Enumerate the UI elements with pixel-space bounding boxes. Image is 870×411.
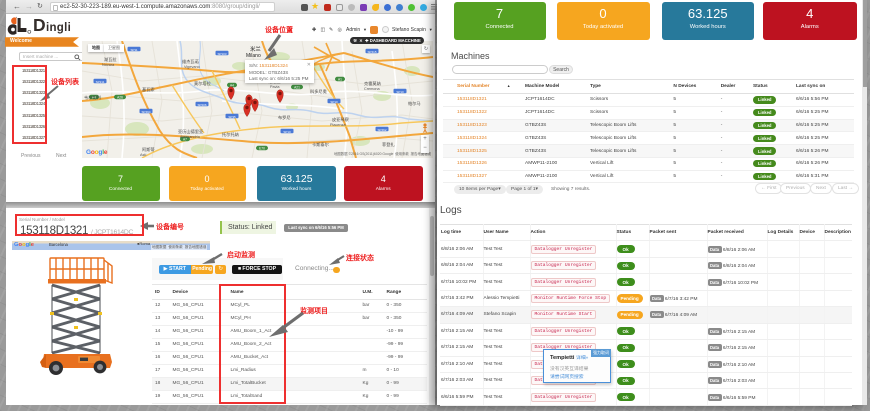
svg-text:SP462: SP462 (377, 128, 386, 132)
svg-text:SP10: SP10 (396, 90, 404, 94)
svg-text:Piacenza: Piacenza (330, 123, 347, 127)
svg-text:SP494: SP494 (141, 110, 150, 114)
svg-text:E70: E70 (259, 147, 265, 151)
svg-text:SP206: SP206 (197, 103, 206, 107)
svg-text:A21: A21 (294, 86, 300, 90)
svg-text:卡斯泰尔: 卡斯泰尔 (312, 141, 329, 148)
svg-text:SP35: SP35 (228, 115, 236, 119)
svg-text:Cremona: Cremona (364, 87, 381, 91)
svg-text:SP415: SP415 (367, 50, 376, 54)
svg-text:克雷莫纳: 克雷莫纳 (364, 80, 381, 87)
svg-text:基瓦索: 基瓦索 (142, 86, 155, 93)
svg-text:Pavia: Pavia (270, 85, 280, 89)
svg-text:SP211: SP211 (96, 80, 105, 84)
svg-text:地图数据 ©2016 GS(2011)6020 Google: 地图数据 ©2016 GS(2011)6020 Google 使用条款 报告地图… (334, 151, 432, 156)
svg-text:维杰瓦诺: 维杰瓦诺 (182, 58, 199, 65)
svg-text:韦尔切利: 韦尔切利 (84, 94, 101, 101)
svg-text:帕尔马: 帕尔马 (408, 100, 421, 107)
svg-text:Asti: Asti (140, 153, 146, 157)
svg-text:菲登扎: 菲登扎 (382, 141, 395, 148)
svg-text:Novara: Novara (102, 63, 115, 67)
svg-text:布罗尼: 布罗尼 (278, 114, 291, 121)
svg-text:湖瓦拉: 湖瓦拉 (104, 56, 117, 63)
svg-text:皮亚琴察: 皮亚琴察 (332, 116, 350, 123)
svg-text:托尔托纳: 托尔托纳 (222, 131, 239, 138)
svg-text:A1: A1 (338, 78, 342, 82)
svg-text:SP10: SP10 (330, 100, 338, 104)
svg-text:SP10: SP10 (283, 130, 291, 134)
svg-text:Vigevano: Vigevano (184, 65, 200, 69)
svg-text:SP103: SP103 (217, 52, 226, 56)
svg-text:Alessandria: Alessandria (180, 135, 201, 139)
svg-text:亚历山德里亚: 亚历山德里亚 (178, 128, 203, 135)
svg-text:SP11: SP11 (130, 48, 137, 52)
svg-text:阿斯蒂: 阿斯蒂 (142, 146, 155, 153)
svg-text:科多尼奥: 科多尼奥 (310, 88, 328, 95)
svg-text:莫尔塔拉: 莫尔塔拉 (194, 80, 212, 87)
svg-text:A26: A26 (117, 96, 123, 100)
